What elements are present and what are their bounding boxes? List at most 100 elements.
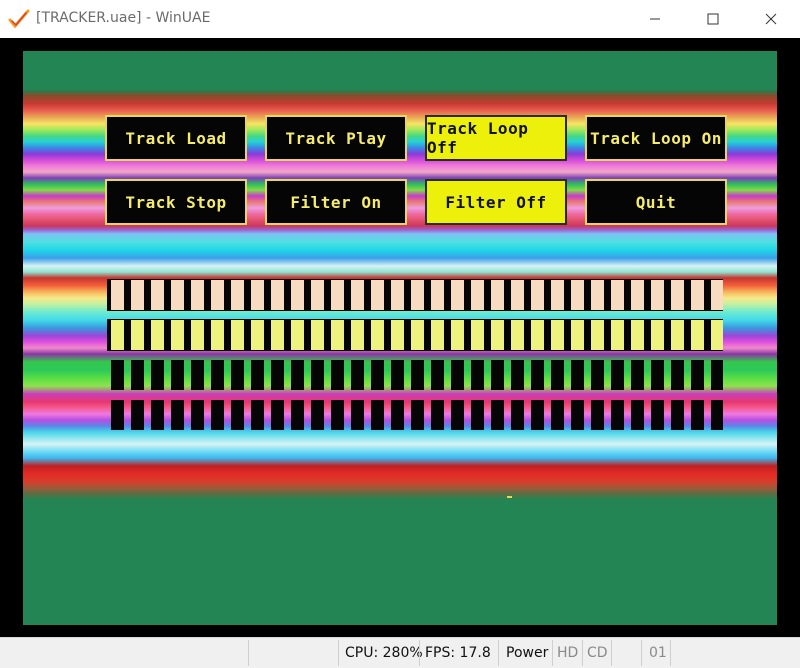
vu-bar: [107, 399, 127, 431]
vu-bar: [387, 319, 407, 351]
vu-bar: [647, 399, 667, 431]
vu-bar: [127, 399, 147, 431]
vu-bar-fill: [711, 360, 723, 390]
vu-bar-fill: [291, 360, 304, 390]
vu-bar-fill: [111, 280, 124, 310]
close-button[interactable]: [742, 0, 800, 38]
vu-bar: [547, 319, 567, 351]
vu-bar-fill: [431, 320, 444, 350]
vu-bar: [127, 279, 147, 311]
vu-bar-fill: [331, 280, 344, 310]
cd-led[interactable]: CD: [587, 645, 608, 661]
vu-bar: [247, 399, 267, 431]
vu-bar: [267, 399, 287, 431]
vu-bar: [707, 359, 723, 391]
track-load-button[interactable]: Track Load: [105, 115, 247, 161]
vu-bar-fill: [131, 360, 144, 390]
vu-bar: [627, 359, 647, 391]
vu-bar-fill: [331, 400, 344, 430]
vu-bar-fill: [351, 360, 364, 390]
vu-bar-fill: [411, 280, 424, 310]
drive-df0-led[interactable]: 01: [649, 645, 667, 661]
track-stop-button[interactable]: Track Stop: [105, 179, 247, 225]
vu-bar: [207, 359, 227, 391]
vu-bar-fill: [411, 400, 424, 430]
vu-bar: [707, 399, 723, 431]
vu-bar-fill: [111, 320, 124, 350]
vu-bar: [687, 359, 707, 391]
filter-on-button[interactable]: Filter On: [265, 179, 407, 225]
vu-bar-fill: [571, 400, 584, 430]
vu-bar: [607, 359, 627, 391]
vu-bar-fill: [251, 400, 264, 430]
vu-channel-4: [107, 399, 723, 431]
fps-counter: FPS: 17.8: [425, 645, 491, 661]
vu-bar-fill: [271, 280, 284, 310]
vu-bar: [447, 359, 467, 391]
vu-bar: [247, 319, 267, 351]
vu-bar-fill: [131, 400, 144, 430]
vu-bar: [287, 279, 307, 311]
vu-bar: [547, 399, 567, 431]
vu-bar-fill: [451, 360, 464, 390]
vu-bar: [387, 399, 407, 431]
vu-channel-2: [107, 319, 723, 351]
vu-bar: [527, 319, 547, 351]
vu-bar: [107, 359, 127, 391]
vu-bar-fill: [311, 280, 324, 310]
vu-bar: [287, 319, 307, 351]
vu-bar: [327, 319, 347, 351]
vu-bar: [427, 279, 447, 311]
vu-bar-fill: [171, 320, 184, 350]
quit-button[interactable]: Quit: [585, 179, 727, 225]
vu-bar: [327, 399, 347, 431]
status-divider: [498, 640, 499, 666]
vu-bar: [227, 359, 247, 391]
vu-bar-fill: [591, 360, 604, 390]
vu-bar: [667, 319, 687, 351]
track-play-button[interactable]: Track Play: [265, 115, 407, 161]
vu-bar-fill: [271, 320, 284, 350]
track-loop-off-button[interactable]: Track Loop Off: [425, 115, 567, 161]
vu-bar-fill: [231, 360, 244, 390]
vu-bar: [707, 279, 723, 311]
vu-bar: [147, 359, 167, 391]
vu-bar-fill: [591, 320, 604, 350]
vu-bar-fill: [131, 320, 144, 350]
vu-bar-fill: [551, 400, 564, 430]
vu-bar: [567, 399, 587, 431]
vu-bar-fill: [251, 320, 264, 350]
hd-led[interactable]: HD: [557, 645, 578, 661]
vu-bar: [587, 319, 607, 351]
track-loop-on-button[interactable]: Track Loop On: [585, 115, 727, 161]
vu-bar-fill: [391, 400, 404, 430]
vu-bar-fill: [711, 320, 723, 350]
vu-bar: [667, 359, 687, 391]
vu-bar: [167, 359, 187, 391]
vu-bar: [267, 279, 287, 311]
vu-bar-fill: [311, 360, 324, 390]
vu-bar-fill: [171, 360, 184, 390]
minimize-button[interactable]: [626, 0, 684, 38]
vu-bar-fill: [651, 360, 664, 390]
vu-bar: [407, 319, 427, 351]
cpu-usage: CPU: 280%: [345, 645, 423, 661]
vu-bar: [127, 359, 147, 391]
emulator-screen[interactable]: Track Load Track Play Track Loop Off Tra…: [23, 51, 777, 625]
vu-bar-fill: [671, 280, 684, 310]
vu-bar-fill: [471, 280, 484, 310]
vu-bar-fill: [171, 280, 184, 310]
filter-off-button[interactable]: Filter Off: [425, 179, 567, 225]
power-led[interactable]: Power: [506, 645, 548, 661]
vu-bar: [707, 319, 723, 351]
vu-bar: [627, 399, 647, 431]
vu-bar: [347, 399, 367, 431]
vu-bar-fill: [151, 280, 164, 310]
maximize-button[interactable]: [684, 0, 742, 38]
vu-bar-fill: [331, 320, 344, 350]
vu-bar-fill: [291, 320, 304, 350]
vu-bar-fill: [511, 280, 524, 310]
title-bar[interactable]: [TRACKER.uae] - WinUAE: [0, 0, 800, 38]
vu-bar: [367, 399, 387, 431]
vu-bar: [387, 279, 407, 311]
